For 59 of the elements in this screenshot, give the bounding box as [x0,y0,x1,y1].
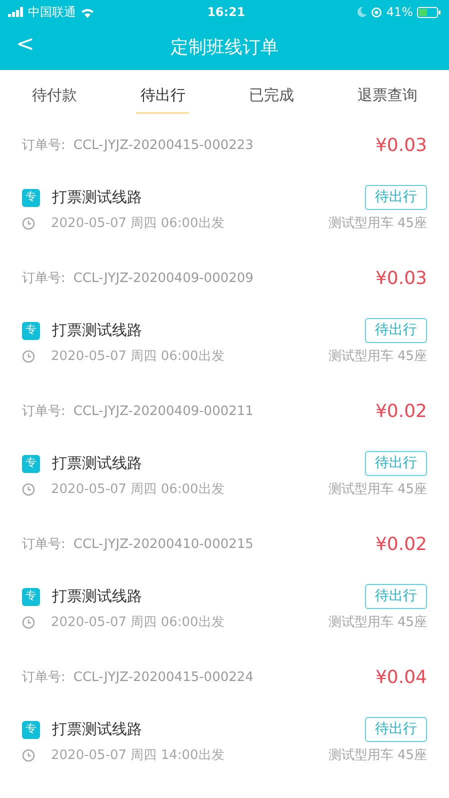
status-button[interactable]: 待出行 [365,584,427,609]
lock-rotation-icon [371,6,382,18]
tab[interactable]: 退票查询 [353,76,422,114]
departure-time: 2020-05-07 周四 06:00出发 [51,481,224,499]
price: ¥0.04 [375,666,427,690]
clock-icon [22,483,35,496]
status-button[interactable]: 待出行 [365,717,427,742]
order-number: CCL-JYJZ-20200410-000215 [73,536,254,554]
page-title: 定制班线订单 [170,36,278,60]
clock-icon [22,217,35,230]
vehicle-info: 测试型用车 45座 [328,747,427,765]
route-tag: 专 [22,454,40,472]
route-name: 打票测试线路 [52,586,142,608]
signal-icon [8,7,24,17]
departure-time: 2020-05-07 周四 06:00出发 [51,348,224,366]
vehicle-info: 测试型用车 45座 [328,215,427,233]
departure-time: 2020-05-07 周四 06:00出发 [51,614,224,632]
route-name: 打票测试线路 [52,187,142,208]
vehicle-info: 测试型用车 45座 [328,481,427,499]
status-button[interactable]: 待出行 [365,318,427,343]
price: ¥0.02 [375,400,427,424]
route-tag: 专 [22,322,40,340]
price: ¥0.02 [375,533,427,557]
battery-icon [417,6,441,18]
status-button[interactable]: 待出行 [365,185,427,210]
vehicle-info: 测试型用车 45座 [328,614,427,632]
order-label: 订单号: [22,536,66,554]
clock-icon [22,749,35,762]
route-tag: 专 [22,588,40,606]
vehicle-info: 测试型用车 45座 [328,348,427,366]
back-button[interactable]: < [12,32,38,58]
tab[interactable]: 待付款 [28,76,81,114]
route-name: 打票测试线路 [52,320,142,342]
order-number: CCL-JYJZ-20200415-000224 [73,668,254,687]
status-button[interactable]: 待出行 [365,451,427,476]
departure-time: 2020-05-07 周四 14:00出发 [51,747,224,765]
order-label: 订单号: [22,136,66,155]
clock-icon [22,350,35,364]
tab[interactable]: 已完成 [244,76,298,114]
battery-percent: 41% [386,4,413,21]
route-name: 打票测试线路 [52,453,142,474]
price: ¥0.03 [375,267,427,291]
order-label: 订单号: [22,668,66,687]
order-number: CCL-JYJZ-20200409-000211 [73,402,254,421]
route-tag: 专 [22,720,40,738]
wifi-icon [80,6,95,18]
carrier-name: 中国联通 [28,4,76,21]
route-name: 打票测试线路 [52,719,142,740]
route-tag: 专 [22,188,40,206]
order-label: 订单号: [22,402,66,421]
order-number: CCL-JYJZ-20200409-000209 [73,270,254,288]
moon-icon [357,7,368,17]
tab[interactable]: 待出行 [136,76,190,114]
clock-icon [22,616,35,630]
price: ¥0.03 [375,134,427,158]
order-number: CCL-JYJZ-20200415-000223 [73,136,254,155]
status-time: 16:21 [207,4,246,21]
order-label: 订单号: [22,270,66,288]
departure-time: 2020-05-07 周四 06:00出发 [51,215,224,233]
